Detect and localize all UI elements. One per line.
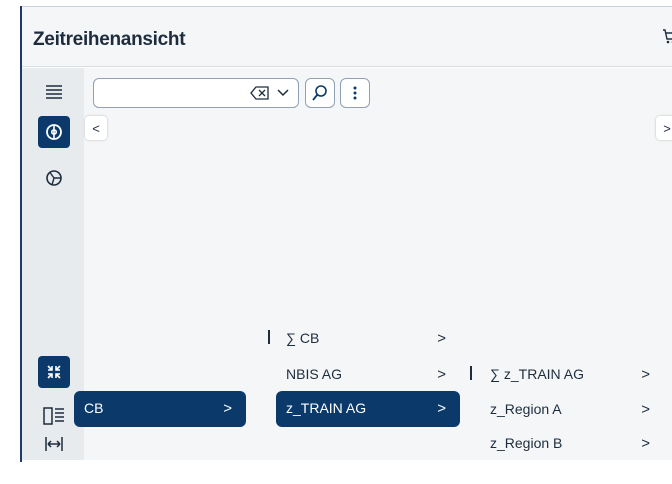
collapse-all-button[interactable]	[38, 356, 70, 388]
tree-node-label: z_Region A	[490, 401, 562, 417]
tree-connector	[470, 366, 472, 380]
pie-chart-button[interactable]	[38, 162, 70, 194]
scroll-left-button[interactable]: <	[85, 116, 107, 140]
more-vertical-icon	[353, 86, 357, 100]
fit-width-icon	[45, 437, 63, 451]
tree-node-z-region-a[interactable]: z_Region A >	[480, 392, 664, 428]
chevron-down-icon[interactable]	[276, 85, 290, 101]
tree-node-label: ∑ CB	[286, 330, 320, 346]
cart-icon[interactable]	[662, 27, 672, 45]
collapse-all-icon	[47, 365, 61, 379]
tree-node-label: z_Region B	[490, 435, 563, 451]
tree-node-z-region-b[interactable]: z_Region B >	[480, 426, 664, 462]
menu-button[interactable]	[38, 76, 70, 108]
menu-icon	[46, 85, 62, 99]
chevron-right-icon: >	[641, 435, 650, 452]
search-button[interactable]	[305, 78, 335, 108]
chevron-right-icon: >	[437, 400, 446, 417]
layout-panel-icon	[43, 407, 64, 425]
tree-view-area: < > CB > ∑ CB > NBIS AG > z_TRAIN AG > ∑…	[74, 68, 672, 462]
chevron-right-icon: >	[223, 400, 232, 417]
chevron-right-icon: >	[663, 120, 671, 136]
tree-node-sum-cb[interactable]: ∑ CB >	[276, 321, 460, 357]
tree-node-label: z_TRAIN AG	[286, 400, 367, 416]
tree-node-sum-z-train-ag[interactable]: ∑ z_TRAIN AG >	[480, 357, 664, 393]
page-title: Zeitreihenansicht	[33, 29, 186, 50]
chevron-right-icon: >	[641, 366, 650, 383]
pie-chart-icon	[46, 170, 62, 186]
chevron-left-icon: <	[92, 120, 100, 136]
clear-icon[interactable]	[250, 85, 270, 101]
globe-filter-icon	[46, 124, 62, 140]
scroll-right-button[interactable]: >	[656, 116, 672, 140]
tree-node-label: CB	[84, 400, 104, 416]
app-window: Zeitreihenansicht < > CB > ∑ CB > NBIS A…	[0, 0, 672, 484]
fit-width-button[interactable]	[38, 428, 70, 460]
tree-node-label: ∑ z_TRAIN AG	[490, 366, 585, 382]
tree-node-z-train-ag[interactable]: z_TRAIN AG >	[276, 391, 460, 427]
chevron-right-icon: >	[437, 366, 446, 383]
search-icon	[312, 85, 327, 101]
search-field[interactable]	[93, 78, 299, 108]
search-input[interactable]	[100, 83, 240, 103]
globe-filter-button[interactable]	[38, 116, 70, 148]
page-header: Zeitreihenansicht	[22, 7, 672, 67]
chevron-right-icon: >	[641, 401, 650, 418]
more-options-button[interactable]	[340, 78, 370, 108]
tree-node-nbis-ag[interactable]: NBIS AG >	[276, 357, 460, 393]
tree-node-cb[interactable]: CB >	[74, 391, 246, 427]
tree-node-label: NBIS AG	[286, 366, 343, 382]
tree-connector	[268, 330, 270, 344]
chevron-right-icon: >	[437, 330, 446, 347]
